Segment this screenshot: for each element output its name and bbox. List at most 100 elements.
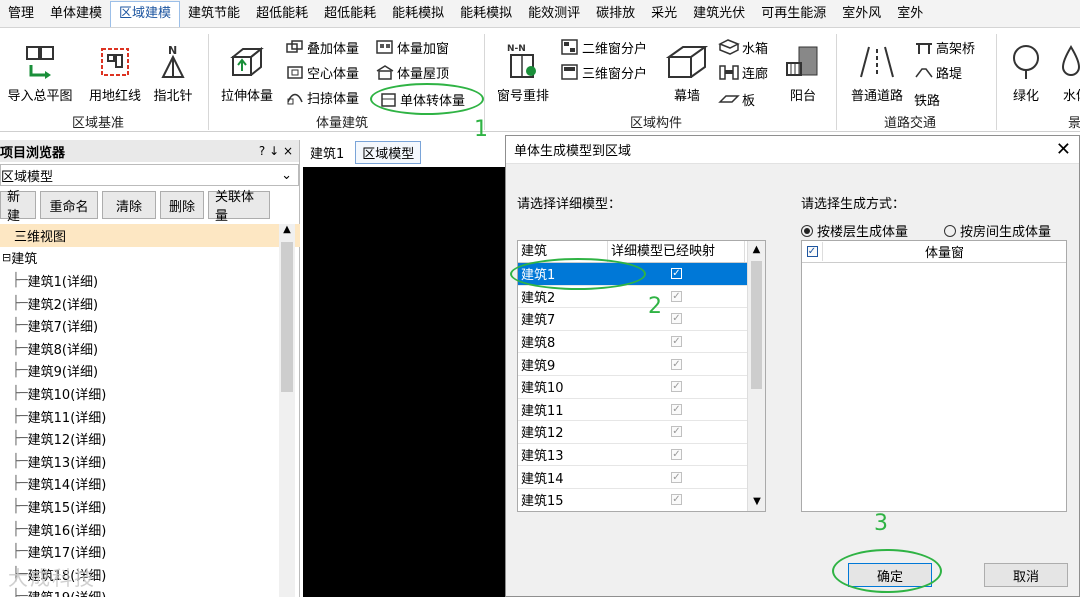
building-row[interactable]: 建筑11 ✓ (518, 399, 765, 422)
mapped-checkbox[interactable]: ✓ (671, 268, 682, 280)
menu-tab[interactable]: 可再生能源 (753, 0, 834, 28)
tree-branch-icon: ├─ (12, 408, 28, 424)
building-row[interactable]: 建筑13 ✓ (518, 444, 765, 467)
mapped-checkbox[interactable]: ✓ (671, 381, 682, 393)
railway-button[interactable]: 铁路 (914, 88, 940, 110)
mapped-checkbox[interactable]: ✓ (671, 449, 682, 461)
menu-tab[interactable]: 区域建模 (110, 0, 181, 27)
north-arrow-button[interactable]: N 指北针 (150, 32, 196, 104)
building-row[interactable]: 建筑8 ✓ (518, 331, 765, 354)
menu-tab[interactable]: 超低能耗 (316, 0, 384, 28)
menu-tab[interactable]: 管理 (0, 0, 42, 28)
tree-item-building[interactable]: ├─ 建筑1(详细) (0, 269, 300, 292)
balcony-button[interactable]: 阳台 (780, 32, 826, 104)
scroll-up-icon[interactable]: ▲ (279, 224, 295, 240)
tree-item-building[interactable]: ├─ 建筑17(详细) (0, 540, 300, 563)
mapped-checkbox[interactable]: ✓ (671, 426, 682, 438)
browser-button[interactable]: 新建 (0, 190, 36, 224)
window-2d-button[interactable]: 二维窗分户 (560, 36, 647, 58)
menu-tab[interactable]: 室外风 (834, 0, 889, 28)
building-row[interactable]: 建筑9 ✓ (518, 353, 765, 376)
menu-tab[interactable]: 室外 (889, 0, 931, 28)
water-button[interactable]: 水体 (1058, 32, 1080, 104)
mass-roof-button[interactable]: 体量屋顶 (375, 61, 449, 83)
water-tank-button[interactable]: 水箱 (718, 36, 768, 58)
view-tab[interactable]: 建筑1 (303, 141, 351, 164)
road-embankment-button[interactable]: 路堤 (914, 61, 962, 83)
browser-button[interactable]: 重命名 (40, 191, 98, 219)
land-redline-button[interactable]: 用地红线 (82, 32, 148, 104)
menu-tab[interactable]: 采光 (643, 0, 685, 28)
tree-item-building[interactable]: ├─ 建筑14(详细) (0, 473, 300, 496)
scroll-thumb[interactable] (751, 261, 762, 389)
import-plan-button[interactable]: 导入总平图 (4, 32, 76, 104)
menu-tab[interactable]: 超低能耗 (248, 0, 316, 28)
browser-button[interactable]: 清除 (102, 191, 156, 219)
menu-tab[interactable]: 建筑节能 (180, 0, 248, 28)
option-by-room[interactable]: 按房间生成体量 (944, 221, 1051, 240)
mapped-checkbox[interactable]: ✓ (671, 313, 682, 325)
tree-item-building[interactable]: ├─ 建筑13(详细) (0, 450, 300, 473)
close-icon[interactable]: ✕ (1056, 139, 1071, 160)
browser-button[interactable]: 删除 (160, 191, 204, 219)
tree-item-building[interactable]: ├─ 建筑10(详细) (0, 382, 300, 405)
greening-button[interactable]: 绿化 (1006, 32, 1046, 104)
tree-item-building[interactable]: ├─ 建筑16(详细) (0, 518, 300, 541)
tree-item-3d-view[interactable]: 三维视图 (0, 224, 300, 247)
tree-group-buildings[interactable]: ⊟ 建筑 (0, 247, 300, 270)
mapped-checkbox[interactable]: ✓ (671, 336, 682, 348)
mapped-checkbox[interactable]: ✓ (671, 494, 682, 506)
mapped-checkbox[interactable]: ✓ (671, 403, 682, 415)
building-row[interactable]: 建筑15 ✓ (518, 489, 765, 511)
mapped-checkbox[interactable]: ✓ (671, 471, 682, 483)
slab-button[interactable]: 板 (718, 88, 755, 110)
mass-window-button[interactable]: 体量加窗 (375, 36, 449, 58)
mapped-checkbox[interactable]: ✓ (671, 358, 682, 370)
menu-tab[interactable]: 能耗模拟 (384, 0, 452, 28)
header-checkbox[interactable]: ✓ (802, 246, 822, 257)
tree-scrollbar[interactable]: ▲ (279, 224, 295, 597)
menu-tab[interactable]: 单体建模 (42, 0, 110, 28)
cancel-button[interactable]: 取消 (984, 563, 1068, 587)
radio-room-icon[interactable] (944, 225, 956, 237)
window-renumber-button[interactable]: N-N 窗号重排 (490, 32, 556, 104)
tree-item-building[interactable]: ├─ 建筑11(详细) (0, 405, 300, 428)
browser-button[interactable]: 关联体量 (208, 190, 270, 224)
tree-item-building[interactable]: ├─ 建筑9(详细) (0, 360, 300, 383)
sweep-mass-button[interactable]: 扫掠体量 (285, 86, 359, 108)
connector-button[interactable]: 连廊 (718, 61, 768, 83)
slab-icon (718, 95, 740, 103)
scroll-down-icon[interactable]: ▼ (748, 493, 765, 511)
view-tab[interactable]: 区域模型 (355, 140, 422, 164)
building-row[interactable]: 建筑14 ✓ (518, 466, 765, 489)
building-row[interactable]: 建筑10 ✓ (518, 376, 765, 399)
menu-tab[interactable]: 能耗模拟 (452, 0, 520, 28)
menu-tab[interactable]: 建筑光伏 (685, 0, 753, 28)
window-3d-button[interactable]: 三维窗分户 (560, 61, 647, 83)
tree-item-building[interactable]: ├─ 建筑12(详细) (0, 427, 300, 450)
drawing-canvas[interactable] (303, 167, 505, 597)
menu-tab[interactable]: 能效测评 (520, 0, 588, 28)
option-by-floor[interactable]: 按楼层生成体量 (801, 221, 908, 240)
extrude-mass-button[interactable]: 拉伸体量 (214, 32, 280, 104)
tree-item-building[interactable]: ├─ 建筑2(详细) (0, 292, 300, 315)
tree-item-building[interactable]: ├─ 建筑8(详细) (0, 337, 300, 360)
scroll-thumb[interactable] (281, 242, 293, 392)
elevated-bridge-button[interactable]: 高架桥 (914, 36, 975, 58)
hollow-mass-button[interactable]: 空心体量 (285, 61, 359, 83)
normal-road-button[interactable]: 普通道路 (842, 32, 912, 104)
browser-type-select[interactable]: 区域模型 ⌄ (0, 164, 299, 186)
collapse-icon[interactable]: ⊟ (2, 251, 11, 264)
overlay-mass-button[interactable]: 叠加体量 (285, 36, 359, 58)
mapped-checkbox[interactable]: ✓ (671, 290, 682, 302)
building-row[interactable]: 建筑12 ✓ (518, 421, 765, 444)
radio-floor-icon[interactable] (801, 225, 813, 237)
tree-item-building[interactable]: ├─ 建筑7(详细) (0, 314, 300, 337)
curtain-wall-button[interactable]: 幕墙 (664, 32, 710, 104)
building-row[interactable]: 建筑7 ✓ (518, 308, 765, 331)
table-scrollbar[interactable]: ▲ ▼ (747, 241, 765, 511)
scroll-up-icon[interactable]: ▲ (748, 241, 765, 259)
menu-tab[interactable]: 碳排放 (588, 0, 643, 28)
panel-controls[interactable]: ? ↓ × (259, 144, 293, 158)
tree-item-building[interactable]: ├─ 建筑15(详细) (0, 495, 300, 518)
